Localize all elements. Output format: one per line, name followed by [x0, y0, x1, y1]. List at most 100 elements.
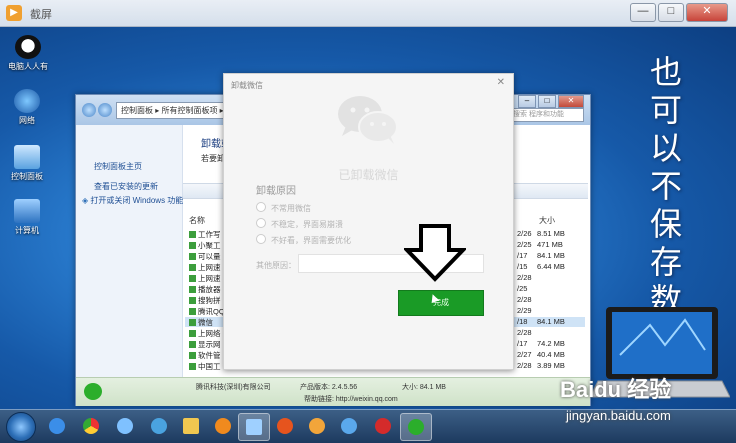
baidu-watermark: Baidu 经验 [560, 377, 672, 402]
search-input[interactable]: 搜索 程序和功能 [509, 108, 584, 122]
radio-button[interactable] [256, 218, 266, 228]
program-name: 上网络 [189, 328, 221, 339]
taskbar-qq[interactable] [334, 413, 364, 439]
taskbar-app[interactable] [144, 413, 174, 439]
install-date: 2/28 [517, 295, 532, 304]
taskbar-control-panel[interactable] [238, 413, 270, 441]
program-icon [189, 352, 196, 359]
maximize-button[interactable]: □ [538, 95, 556, 108]
app-icon: ▶ [6, 5, 22, 21]
program-size: 8.51 MB [537, 229, 565, 238]
column-name[interactable]: 名称 [189, 215, 205, 226]
program-icon [189, 286, 196, 293]
outer-titlebar: ▶ 截屏 — □ ✕ [0, 0, 736, 27]
taskbar-folder[interactable] [176, 413, 206, 439]
wechat-logo-icon [338, 96, 398, 144]
minimize-button[interactable]: — [630, 3, 656, 22]
radio-button[interactable] [256, 202, 266, 212]
taskbar-red[interactable] [368, 413, 398, 439]
link-windows-features[interactable]: ◈ 打开或关闭 Windows 功能 [82, 195, 183, 206]
program-name: 软件管 [189, 350, 221, 361]
wechat-icon [408, 419, 424, 435]
taskbar-wechat[interactable] [400, 413, 432, 441]
program-name: 微信 [189, 317, 213, 328]
reason-option-3[interactable]: 不好看，界面需要优化 [256, 234, 351, 246]
done-button[interactable]: 完成 [398, 290, 484, 316]
dialog-close-button[interactable]: ✕ [497, 77, 505, 88]
install-date: 2/29 [517, 306, 532, 315]
program-name: 腾讯QQ [189, 306, 225, 317]
program-name: 播放器 [189, 284, 221, 295]
forward-button[interactable] [98, 103, 112, 117]
taskbar-ie[interactable] [42, 413, 72, 439]
help-link[interactable]: 帮助链接: http://weixin.qq.com [304, 394, 398, 404]
install-date: 2/28 [517, 361, 532, 370]
minimize-button[interactable]: – [518, 95, 536, 108]
taskbar-paint[interactable] [302, 413, 332, 439]
qq-icon [341, 418, 357, 434]
window-title: 截屏 [30, 9, 52, 21]
radio-button[interactable] [256, 234, 266, 244]
down-arrow-icon [404, 224, 466, 282]
taskbar-cloud[interactable] [110, 413, 140, 439]
other-reason-label: 其他原因： [256, 261, 296, 270]
uninstall-dialog: 卸载微信 ✕ 已卸载微信 卸载原因 不常用微信 不稳定，界面易崩溃 不好看，界面… [223, 73, 514, 370]
program-icon [189, 341, 196, 348]
desktop-icon-network[interactable]: 网络 [1, 89, 53, 126]
close-button[interactable]: ✕ [558, 95, 584, 108]
reason-heading: 卸载原因 [256, 186, 296, 197]
start-button[interactable] [6, 412, 36, 442]
reason-option-2[interactable]: 不稳定，界面易崩溃 [256, 218, 343, 230]
program-icon [189, 319, 196, 326]
install-date: /17 [517, 251, 528, 260]
control-panel-icon [14, 145, 40, 169]
program-name: 上网速 [189, 273, 221, 284]
install-date: /25 [517, 284, 528, 293]
folder-icon [183, 418, 199, 434]
program-size: 3.89 MB [537, 361, 565, 370]
taskbar-p[interactable] [270, 413, 300, 439]
maximize-button[interactable]: □ [658, 3, 684, 22]
cloud-icon [117, 418, 133, 434]
install-date: 2/28 [517, 273, 532, 282]
dialog-title: 卸载微信 [231, 81, 263, 90]
install-date: /15 [517, 262, 528, 271]
app-icon [151, 418, 167, 434]
page-subtitle: 若要卸 [201, 154, 225, 163]
option-label: 不好看，界面需要优化 [271, 236, 351, 245]
close-button[interactable]: ✕ [686, 3, 728, 22]
panda-icon [15, 35, 41, 59]
program-icon [189, 275, 196, 282]
program-name: 可以量 [189, 251, 221, 262]
network-icon [14, 89, 40, 113]
desktop-icon-control-panel[interactable]: 控制面板 [1, 145, 53, 182]
program-icon [189, 363, 196, 370]
link-label: 打开或关闭 Windows 功能 [90, 196, 184, 205]
programs-window-controls: – □ ✕ [518, 95, 584, 108]
reason-option-1[interactable]: 不常用微信 [256, 202, 311, 214]
taskbar-chrome[interactable] [76, 413, 106, 439]
caption-char: 可 [649, 91, 682, 129]
desktop-icon-panda[interactable]: 电脑人人有 [2, 35, 54, 72]
wechat-icon [84, 383, 102, 400]
install-date: /18 [517, 317, 528, 326]
program-name: 工作写 [189, 229, 221, 240]
link-installed-updates[interactable]: 查看已安装的更新 [94, 181, 158, 192]
chrome-icon [83, 418, 99, 434]
paint-icon [309, 418, 325, 434]
program-name: 上网速 [189, 262, 221, 273]
desktop-icon-computer[interactable]: 计算机 [1, 199, 53, 236]
program-size: 471 MB [537, 240, 563, 249]
red-app-icon [375, 418, 391, 434]
install-date: 2/26 [517, 229, 532, 238]
link-control-panel-home[interactable]: 控制面板主页 [94, 161, 142, 172]
option-label: 不稳定，界面易崩溃 [271, 220, 343, 229]
program-icon [189, 242, 196, 249]
program-size: 6.44 MB [537, 262, 565, 271]
program-icon [189, 330, 196, 337]
back-button[interactable] [82, 103, 96, 117]
program-icon [189, 231, 196, 238]
taskbar-media[interactable] [208, 413, 238, 439]
program-icon [189, 264, 196, 271]
column-size[interactable]: 大小 [539, 215, 555, 226]
